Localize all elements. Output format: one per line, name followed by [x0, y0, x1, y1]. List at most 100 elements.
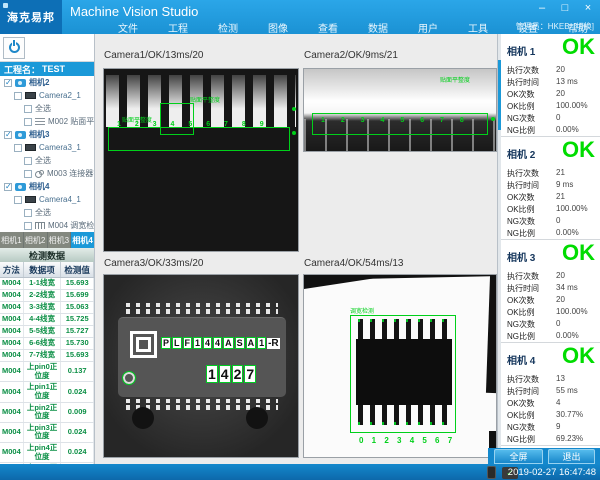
- table-row[interactable]: M004上pin2正位度0.009: [0, 403, 94, 423]
- stat-label: 执行时间: [507, 78, 539, 87]
- switch-user-button[interactable]: [切换]: [574, 21, 594, 32]
- camera-icon: [15, 131, 26, 139]
- fullscreen-button[interactable]: 全屏: [494, 449, 543, 464]
- cell-method: M004: [0, 278, 24, 289]
- camera-name: 相机 4: [507, 352, 535, 367]
- cell-value: 15.730: [61, 338, 94, 349]
- stat-value: 9: [556, 422, 560, 431]
- stats-camera1: 相机 1 OK 执行次数20 执行时间13 ms OK次数20 OK比例100.…: [501, 34, 600, 137]
- camera2-view[interactable]: 贴面平整度 1 2 3 4 5 6 7 8: [303, 68, 497, 152]
- toolbar-row: [0, 34, 94, 62]
- stat-label: NG次数: [507, 114, 535, 123]
- table-row[interactable]: M004上pin1正位度0.024: [0, 382, 94, 402]
- camera-icon: [15, 79, 26, 87]
- cell-item: 3-3线宽: [24, 302, 62, 313]
- checkbox-icon[interactable]: [14, 144, 22, 152]
- tab-camera4[interactable]: 相机4: [71, 232, 94, 248]
- checkbox-icon[interactable]: [14, 196, 22, 204]
- stat-label: OK次数: [507, 90, 535, 99]
- checkbox-icon[interactable]: [24, 105, 32, 113]
- col-method: 方法: [0, 262, 24, 277]
- stat-value: 0: [556, 216, 560, 225]
- exit-button[interactable]: 退出: [548, 449, 595, 464]
- cell-method: M004: [0, 382, 24, 401]
- cell-value: 15.727: [61, 326, 94, 337]
- cell-method: M004: [0, 350, 24, 361]
- tree-item-select-all[interactable]: 全选: [0, 102, 94, 115]
- cell-value: 15.693: [61, 350, 94, 361]
- cell-method: M004: [0, 314, 24, 325]
- checkbox-icon[interactable]: [24, 170, 32, 178]
- table-row[interactable]: M004上pin4正位度0.024: [0, 443, 94, 463]
- checkbox-icon[interactable]: [24, 209, 32, 217]
- stat-label: NG比例: [507, 126, 535, 135]
- tab-camera3[interactable]: 相机3: [48, 232, 71, 248]
- close-icon[interactable]: ×: [581, 2, 595, 14]
- tree-item-m002[interactable]: M002 贴面平整度: [0, 115, 94, 128]
- tree-item-camera4-1[interactable]: Camera4_1: [0, 193, 94, 206]
- chip-pin-row: [126, 309, 278, 314]
- roi-rect: [350, 315, 456, 433]
- table-row[interactable]: M0044-4线宽15.725: [0, 314, 94, 326]
- pin1-mark: [123, 372, 135, 384]
- tree-item-label: Camera2_1: [39, 91, 81, 100]
- stat-label: OK比例: [507, 411, 535, 420]
- camera1-view[interactable]: 贴面平整度 贴面平整度 1 2 3 4 5 6 7 8 9: [103, 68, 299, 252]
- table-row[interactable]: M0042-2线宽15.699: [0, 290, 94, 302]
- cell-value: 0.024: [61, 382, 94, 401]
- machine-vision-studio-window: 海克易邦 Machine Vision Studio – □ × 文件 工程 检…: [0, 0, 600, 480]
- gear-icon: [35, 170, 44, 177]
- tree-item-select-all[interactable]: 全选: [0, 206, 94, 219]
- checkbox-icon[interactable]: [24, 222, 32, 230]
- part-suffix: -R: [267, 338, 280, 349]
- checkbox-checked-icon[interactable]: ✓: [4, 131, 12, 139]
- screen-icon: [25, 92, 36, 99]
- pin-numbers: 1 2 3 4 5 6 7 8 9: [117, 121, 264, 128]
- tree-item-camera4[interactable]: ✓ 相机4: [0, 180, 94, 193]
- tree-item-label: 全选: [35, 207, 51, 218]
- power-icon: [9, 42, 20, 53]
- table-row[interactable]: M0047-7线宽15.693: [0, 350, 94, 362]
- camera-grid: Camera1/OK/13ms/20 贴面平整度 贴面平整度 1 2 3 4 5…: [95, 34, 497, 464]
- table-row[interactable]: M0046-6线宽15.730: [0, 338, 94, 350]
- tab-camera2[interactable]: 相机2: [24, 232, 47, 248]
- camera2-title: Camera2/OK/9ms/21: [304, 50, 398, 61]
- tree-item-camera2-1[interactable]: Camera2_1: [0, 89, 94, 102]
- tree-item-select-all[interactable]: 全选: [0, 154, 94, 167]
- cell-item: 7-7线宽: [24, 350, 62, 361]
- camera4-view[interactable]: 调宽检测 0 1 2 3 4 5 6 7: [303, 274, 497, 458]
- checkbox-icon[interactable]: [24, 118, 32, 126]
- restore-icon[interactable]: □: [558, 2, 572, 14]
- checkbox-icon[interactable]: [14, 92, 22, 100]
- chip-pin-row: [126, 399, 278, 403]
- camera3-view[interactable]: PLF144ASA1-R 1427: [103, 274, 299, 458]
- tree-item-camera3[interactable]: ✓ 相机3: [0, 128, 94, 141]
- checkbox-icon[interactable]: [24, 157, 32, 165]
- table-row[interactable]: M0041-1线宽15.693: [0, 278, 94, 290]
- checkbox-checked-icon[interactable]: ✓: [4, 79, 12, 87]
- stat-value: 20: [556, 65, 565, 74]
- tree-item-camera3-1[interactable]: Camera3_1: [0, 141, 94, 154]
- stat-value: 100.00%: [556, 307, 588, 316]
- stat-label: OK比例: [507, 102, 535, 111]
- power-button[interactable]: [3, 37, 25, 59]
- tree-item-label: Camera4_1: [39, 195, 81, 204]
- table-row[interactable]: M0043-3线宽15.063: [0, 302, 94, 314]
- cell-method: M004: [0, 338, 24, 349]
- stats-camera4: 相机 4 OK 执行次数13 执行时间55 ms OK次数4 OK比例30.77…: [501, 343, 600, 446]
- pin-numbers: 0 1 2 3 4 5 6 7: [359, 436, 452, 445]
- stat-label: OK次数: [507, 193, 535, 202]
- cell-item: 1-1线宽: [24, 278, 62, 289]
- tab-camera1[interactable]: 相机1: [0, 232, 23, 248]
- table-row[interactable]: M004上pin3正位度0.024: [0, 423, 94, 443]
- tree-item-m004[interactable]: M004 调宽检测: [0, 219, 94, 232]
- pin-numbers: 1 2 3 4 5 6 7 8: [321, 117, 464, 124]
- minimize-icon[interactable]: –: [535, 2, 549, 14]
- checkbox-checked-icon[interactable]: ✓: [4, 183, 12, 191]
- tree-item-m003[interactable]: M003 连接器字符: [0, 167, 94, 180]
- tree-item-camera2[interactable]: ✓ 相机2: [0, 76, 94, 89]
- table-row[interactable]: M004上pin0正位度0.137: [0, 362, 94, 382]
- cell-method: M004: [0, 326, 24, 337]
- table-row[interactable]: M0045-5线宽15.727: [0, 326, 94, 338]
- cell-item: 上pin3正位度: [24, 423, 62, 442]
